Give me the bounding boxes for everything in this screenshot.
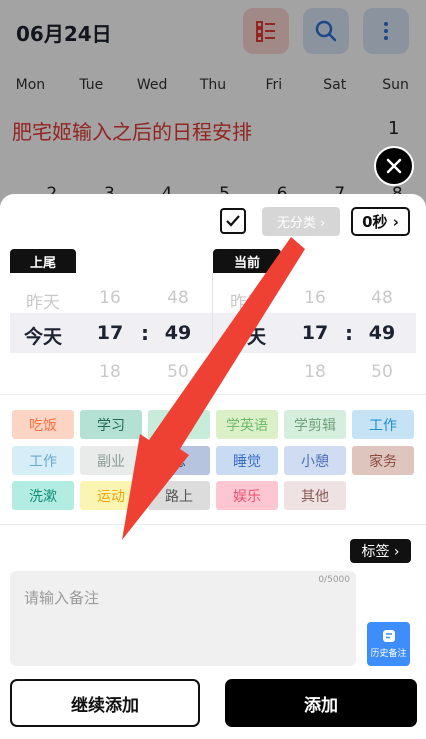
label-button[interactable]: 标签 › bbox=[350, 539, 411, 563]
minute-option[interactable]: 48 bbox=[364, 288, 400, 308]
minute-option[interactable]: 50 bbox=[160, 362, 196, 382]
hour-selected[interactable]: 17 bbox=[297, 322, 333, 344]
tab-end-time[interactable]: 当前 bbox=[213, 249, 281, 273]
tag-chip[interactable]: 睡觉 bbox=[216, 446, 278, 475]
section-divider bbox=[0, 524, 426, 525]
tag-chip[interactable]: 学习 bbox=[80, 410, 142, 439]
note-area: 0/5000 bbox=[10, 571, 356, 666]
tag-chip[interactable]: 娱乐 bbox=[216, 481, 278, 510]
hour-option[interactable]: 16 bbox=[297, 288, 333, 308]
tag-chip[interactable]: 学英语 bbox=[216, 410, 278, 439]
char-counter: 0/5000 bbox=[318, 575, 350, 585]
seconds-button[interactable]: 0秒 › bbox=[351, 207, 410, 236]
continue-add-button[interactable]: 继续添加 bbox=[10, 679, 200, 727]
tag-chip[interactable]: 息 bbox=[148, 446, 210, 475]
close-button[interactable] bbox=[374, 146, 414, 186]
day-selected[interactable]: 今天 bbox=[222, 322, 272, 349]
minute-option[interactable]: 48 bbox=[160, 288, 196, 308]
time-separator: : bbox=[141, 321, 149, 345]
check-icon bbox=[226, 215, 240, 227]
tag-chip[interactable]: 工作 bbox=[352, 410, 414, 439]
tag-chip[interactable]: 洗漱 bbox=[12, 481, 74, 510]
picker-divider bbox=[212, 273, 213, 391]
history-notes-label: 历史备注 bbox=[370, 649, 407, 659]
tag-chip[interactable]: 吃饭 bbox=[12, 410, 74, 439]
confirm-checkbox[interactable] bbox=[220, 208, 246, 234]
tag-chip[interactable]: 路上 bbox=[148, 481, 210, 510]
minute-selected[interactable]: 49 bbox=[364, 322, 400, 344]
tag-chip[interactable]: 工作 bbox=[12, 446, 74, 475]
day-selected[interactable]: 今天 bbox=[18, 322, 68, 349]
tab-start-time[interactable]: 上尾 bbox=[10, 249, 76, 273]
tag-chip[interactable]: 学编 bbox=[148, 410, 210, 439]
tag-chip[interactable]: 副业 bbox=[80, 446, 142, 475]
tag-chip[interactable]: 小憩 bbox=[284, 446, 346, 475]
history-notes-button[interactable]: 历史备注 bbox=[367, 622, 410, 666]
hour-option[interactable]: 18 bbox=[297, 362, 333, 382]
add-button[interactable]: 添加 bbox=[225, 679, 417, 727]
tag-chip[interactable]: 家务 bbox=[352, 446, 414, 475]
category-button[interactable]: 无分类 › bbox=[262, 207, 340, 236]
minute-selected[interactable]: 49 bbox=[160, 322, 196, 344]
time-separator: : bbox=[345, 321, 353, 345]
tag-chip[interactable]: 其他 bbox=[284, 481, 346, 510]
hour-option[interactable]: 18 bbox=[92, 362, 128, 382]
hour-selected[interactable]: 17 bbox=[92, 322, 128, 344]
history-note-icon bbox=[382, 630, 395, 642]
hour-option[interactable]: 16 bbox=[92, 288, 128, 308]
minute-option[interactable]: 50 bbox=[364, 362, 400, 382]
close-icon bbox=[386, 158, 402, 174]
tag-chip[interactable]: 学剪辑 bbox=[284, 410, 346, 439]
section-divider bbox=[0, 394, 426, 395]
note-input[interactable] bbox=[22, 585, 346, 659]
day-option[interactable]: 昨天 bbox=[222, 288, 272, 313]
tag-chip[interactable]: 运动 bbox=[80, 481, 142, 510]
day-option[interactable]: 昨天 bbox=[18, 288, 68, 313]
